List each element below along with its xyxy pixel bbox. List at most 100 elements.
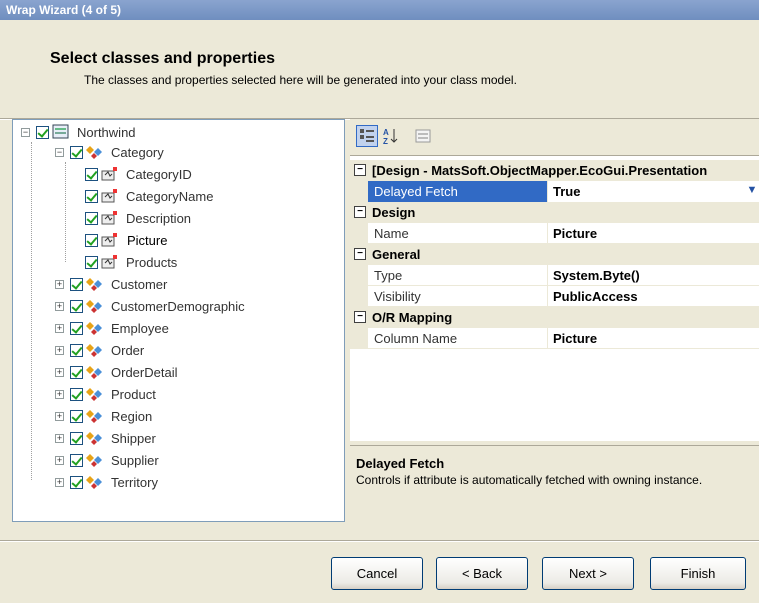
- description-panel: Delayed Fetch Controls if attribute is a…: [350, 445, 759, 521]
- property-row[interactable]: Visibility PublicAccess: [350, 285, 759, 307]
- checkbox[interactable]: [85, 211, 98, 225]
- property-row[interactable]: Name Picture: [350, 222, 759, 244]
- checkbox[interactable]: [70, 387, 83, 401]
- categorized-icon: [360, 129, 374, 142]
- expand-icon[interactable]: +: [55, 279, 64, 289]
- category-row[interactable]: − O/R Mapping: [350, 307, 759, 328]
- property-value[interactable]: System.Byte(): [548, 265, 759, 286]
- tree-node-class[interactable]: + Territory: [55, 472, 161, 492]
- tree-node-category[interactable]: − Category: [55, 142, 167, 162]
- category-row[interactable]: − General: [350, 244, 759, 265]
- tree-node-class[interactable]: + Region: [55, 406, 155, 426]
- tree-label: Product: [111, 386, 156, 402]
- checkbox[interactable]: [70, 409, 83, 423]
- tree-node-property[interactable]: CategoryName: [85, 186, 216, 206]
- property-value[interactable]: PublicAccess: [548, 286, 759, 307]
- class-tree[interactable]: − Northwind − Category CategoryID Catego…: [12, 119, 345, 522]
- property-row[interactable]: Column Name Picture: [350, 327, 759, 349]
- svg-text:A: A: [383, 128, 389, 137]
- page-subtitle: The classes and properties selected here…: [84, 73, 517, 87]
- class-icon: [86, 344, 102, 357]
- tree-label: Order: [111, 342, 145, 358]
- expand-icon[interactable]: +: [55, 301, 64, 311]
- checkbox[interactable]: [70, 321, 83, 335]
- tree-node-class[interactable]: + Shipper: [55, 428, 159, 448]
- svg-text:Z: Z: [383, 137, 388, 146]
- property-icon: [101, 189, 117, 203]
- property-value[interactable]: Picture: [548, 328, 759, 349]
- tree-node-class[interactable]: + CustomerDemographic: [55, 296, 248, 316]
- checkbox[interactable]: [36, 125, 49, 139]
- cancel-button[interactable]: Cancel: [331, 557, 423, 590]
- class-icon: [86, 388, 102, 401]
- tree-node-class[interactable]: + Order: [55, 340, 147, 360]
- expand-icon[interactable]: +: [55, 433, 64, 443]
- checkbox[interactable]: [85, 189, 98, 203]
- collapse-icon[interactable]: −: [354, 206, 366, 218]
- property-key: Name: [368, 222, 548, 244]
- property-grid[interactable]: − [Design - MatsSoft.ObjectMapper.EcoGui…: [350, 155, 759, 441]
- tree-node-property[interactable]: CategoryID: [85, 164, 195, 184]
- tree-label: CategoryID: [126, 166, 192, 182]
- checkbox[interactable]: [70, 343, 83, 357]
- tree-node-root[interactable]: − Northwind: [21, 122, 139, 142]
- expand-icon[interactable]: +: [55, 477, 64, 487]
- tree-label: Territory: [111, 474, 158, 490]
- expand-icon[interactable]: +: [55, 345, 64, 355]
- property-pages-button[interactable]: [412, 125, 434, 147]
- checkbox[interactable]: [70, 431, 83, 445]
- tree-node-property[interactable]: Products: [85, 252, 180, 272]
- checkbox[interactable]: [85, 255, 98, 269]
- property-key: Delayed Fetch: [368, 180, 548, 202]
- collapse-icon[interactable]: −: [21, 127, 30, 137]
- property-pages-icon: [415, 129, 431, 143]
- property-icon: [101, 211, 117, 225]
- expand-icon[interactable]: +: [55, 411, 64, 421]
- checkbox[interactable]: [70, 453, 83, 467]
- property-icon: [101, 233, 117, 247]
- property-grid-panel: AZ − [Design - MatsSoft.ObjectMapper.Eco…: [350, 119, 759, 522]
- checkbox[interactable]: [70, 299, 83, 313]
- checkbox[interactable]: [85, 233, 98, 247]
- collapse-icon[interactable]: −: [354, 248, 366, 260]
- window-title: Wrap Wizard (4 of 5): [0, 0, 759, 20]
- finish-button[interactable]: Finish: [650, 557, 746, 590]
- property-icon: [101, 167, 117, 181]
- back-button[interactable]: < Back: [436, 557, 528, 590]
- collapse-icon[interactable]: −: [55, 147, 64, 157]
- class-icon: [86, 410, 102, 423]
- row-gutter: [350, 264, 368, 286]
- property-row[interactable]: Type System.Byte(): [350, 264, 759, 286]
- expand-icon[interactable]: +: [55, 367, 64, 377]
- alphabetical-button[interactable]: AZ: [380, 125, 402, 147]
- tree-node-class[interactable]: + Customer: [55, 274, 170, 294]
- checkbox[interactable]: [70, 277, 83, 291]
- checkbox[interactable]: [70, 365, 83, 379]
- property-row-selected[interactable]: Delayed Fetch True ▼: [350, 180, 759, 202]
- collapse-icon[interactable]: −: [354, 164, 366, 176]
- expand-icon[interactable]: +: [55, 389, 64, 399]
- tree-node-property[interactable]: Description: [85, 208, 194, 228]
- checkbox[interactable]: [85, 167, 98, 181]
- category-row[interactable]: − Design: [350, 202, 759, 223]
- dropdown-arrow-icon[interactable]: ▼: [745, 184, 759, 199]
- expand-icon[interactable]: +: [55, 455, 64, 465]
- tree-label: OrderDetail: [111, 364, 178, 380]
- class-icon: [86, 366, 102, 379]
- tree-label: Customer: [111, 276, 168, 292]
- tree-node-class[interactable]: + Product: [55, 384, 159, 404]
- collapse-icon[interactable]: −: [354, 311, 366, 323]
- checkbox[interactable]: [70, 145, 83, 159]
- next-button[interactable]: Next >: [542, 557, 634, 590]
- tree-node-class[interactable]: + OrderDetail: [55, 362, 180, 382]
- categorized-button[interactable]: [356, 125, 378, 147]
- property-value[interactable]: True: [548, 180, 759, 202]
- tree-node-class[interactable]: + Employee: [55, 318, 172, 338]
- property-value[interactable]: Picture: [548, 223, 759, 244]
- tree-node-property-selected[interactable]: Picture: [85, 230, 172, 250]
- expand-icon[interactable]: +: [55, 323, 64, 333]
- category-row[interactable]: − [Design - MatsSoft.ObjectMapper.EcoGui…: [350, 160, 759, 181]
- tree-node-class[interactable]: + Supplier: [55, 450, 162, 470]
- checkbox[interactable]: [70, 475, 83, 489]
- tree-label: Employee: [111, 320, 169, 336]
